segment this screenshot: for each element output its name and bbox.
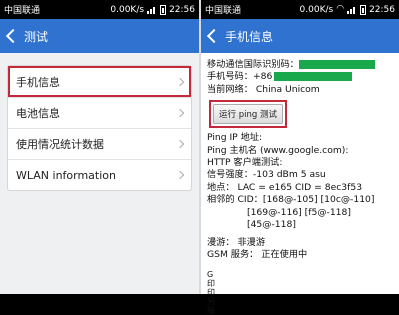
menu-item-label: 手机信息 xyxy=(16,75,60,89)
network-speed: 0.00K/s xyxy=(110,4,145,15)
neighbor-cid-value: [168@-105] [10c@-110] xyxy=(262,194,375,206)
network-value: China Unicom xyxy=(255,83,320,95)
ping-button-highlight: 运行 ping 测试 xyxy=(209,100,287,129)
run-ping-test-button[interactable]: 运行 ping 测试 xyxy=(213,104,283,125)
gsm-service-row: GSM 服务： 正在使用中 xyxy=(207,249,308,261)
page-title: 测试 xyxy=(24,29,49,44)
location-row: 地点： LAC = e165 CID = 8ec3f53 xyxy=(207,181,363,193)
battery-icon xyxy=(160,4,167,15)
battery-icon xyxy=(360,4,367,15)
cutoff-text-column: G 印 印 另 服 xyxy=(207,270,215,315)
neighbor-cid-value: [169@-116] [f5@-118] xyxy=(247,206,351,218)
menu-item-wlan-info[interactable]: WLAN information xyxy=(8,159,191,190)
menu-item-phone-info[interactable]: 手机信息 xyxy=(8,66,191,97)
carrier-label: 中国联通 xyxy=(4,6,41,16)
signal-strength-row: 信号强度：-103 dBm 5 asu xyxy=(207,169,326,181)
http-test-row: HTTP 客户端测试: xyxy=(207,157,283,169)
signal-icon xyxy=(147,5,157,14)
network-label: 当前网络： xyxy=(207,83,253,95)
chevron-right-icon xyxy=(175,77,185,86)
chevron-right-icon xyxy=(175,139,185,149)
back-icon[interactable] xyxy=(206,28,222,44)
test-menu-screen: 中国联通 0.00K/s 22:56 测试 手机信息 电池信息 使用情况统计数据… xyxy=(0,0,199,294)
back-icon[interactable] xyxy=(5,28,21,44)
roaming-row: 漫游： 非漫游 xyxy=(207,236,266,248)
menu-item-label: 使用情况统计数据 xyxy=(16,138,104,151)
menu-item-label: 电池信息 xyxy=(16,107,60,120)
carrier-label: 中国联通 xyxy=(205,6,242,16)
redaction-bar xyxy=(298,60,375,69)
clock: 22:56 xyxy=(369,4,395,15)
phone-number-row: 手机号码：+86 xyxy=(207,71,393,83)
network-row: 当前网络： China Unicom xyxy=(207,84,393,96)
network-speed: 0.00K/s xyxy=(299,4,334,15)
phone-info-screen: 中国联通 0.00K/s ◠ 22:56 手机信息 移动通信国际识别码： 手机号… xyxy=(201,0,399,294)
action-bar: 手机信息 xyxy=(201,19,399,53)
test-menu-list: 手机信息 电池信息 使用情况统计数据 WLAN information xyxy=(7,65,192,191)
menu-item-battery-info[interactable]: 电池信息 xyxy=(8,97,191,128)
neighbor-cid-value: [45@-118] xyxy=(247,218,296,230)
neighbor-cid-row: 相邻的 CID：[168@-105] [10c@-110] xyxy=(207,194,393,206)
neighbor-cid-label: 相邻的 CID： xyxy=(207,194,263,206)
neighbor-cid-list: [169@-116] [f5@-118] [45@-118] xyxy=(207,207,393,231)
wifi-icon: ◠ xyxy=(336,4,345,14)
chevron-right-icon xyxy=(175,108,185,118)
status-bar: 中国联通 0.00K/s 22:56 xyxy=(0,0,199,19)
action-bar: 测试 xyxy=(0,19,199,53)
menu-item-label: WLAN information xyxy=(16,168,116,182)
page-title: 手机信息 xyxy=(225,29,274,44)
imsi-row: 移动通信国际识别码： xyxy=(207,59,393,71)
status-bar: 中国联通 0.00K/s ◠ 22:56 xyxy=(201,0,399,19)
phone-info-content: 移动通信国际识别码： 手机号码：+86 当前网络： China Unicom 运… xyxy=(201,53,399,261)
imsi-label: 移动通信国际识别码： xyxy=(207,59,299,70)
phone-prefix: +86 xyxy=(252,71,273,83)
clock: 22:56 xyxy=(169,4,195,15)
signal-icon xyxy=(347,5,357,14)
ping-ip-row: Ping IP 地址: xyxy=(207,132,263,144)
menu-item-usage-stats[interactable]: 使用情况统计数据 xyxy=(8,128,191,159)
redaction-bar xyxy=(274,72,353,82)
ping-host-row: Ping 主机名 (www.google.com): xyxy=(207,144,349,156)
phone-label: 手机号码： xyxy=(207,71,253,83)
chevron-right-icon xyxy=(175,170,185,180)
